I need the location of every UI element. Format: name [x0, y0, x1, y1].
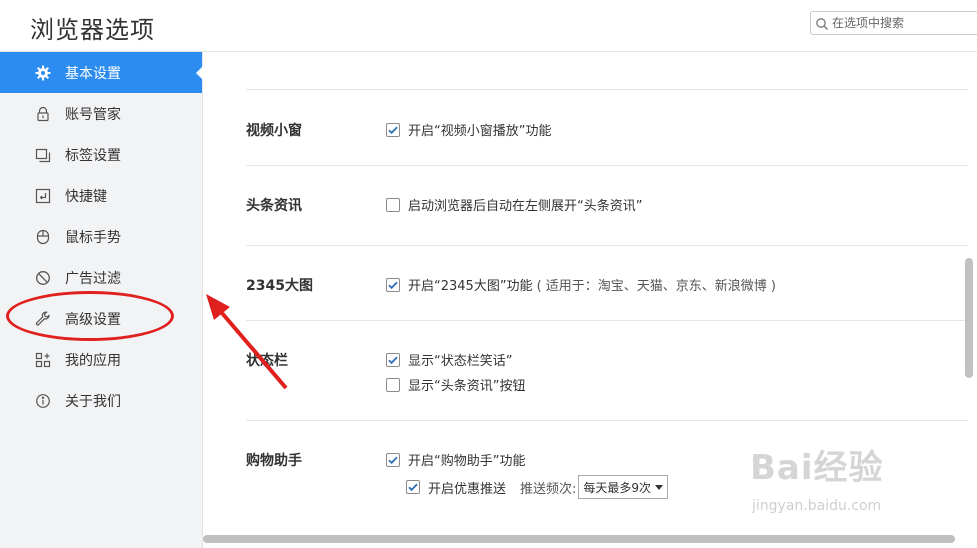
sidebar-item-label: 快捷键 — [65, 188, 107, 205]
checkbox-checked[interactable] — [386, 452, 400, 467]
sidebar-item-mouse-gesture[interactable]: 鼠标手势 — [0, 216, 202, 257]
search-icon — [815, 16, 829, 30]
checkbox-checked[interactable] — [386, 352, 400, 367]
option-status-jokes[interactable]: 显示“状态栏笑话” — [386, 350, 512, 369]
apps-icon — [34, 351, 52, 369]
freq-select[interactable]: 每天最多9次 — [578, 475, 669, 499]
option-label: 显示“头条资讯”按钮 — [408, 379, 526, 394]
lock-icon — [34, 105, 52, 123]
header: 浏览器选项 — [0, 0, 977, 52]
option-label: 开启“视频小窗播放”功能 — [408, 124, 552, 139]
search-input[interactable] — [832, 14, 972, 32]
sidebar-item-my-apps[interactable]: 我的应用 — [0, 339, 202, 380]
search-box[interactable] — [810, 11, 977, 35]
option-note: ( 适用于：淘宝、天猫、京东、新浪微博 ) — [536, 279, 776, 294]
checkbox-unchecked[interactable] — [386, 197, 400, 212]
option-news-autoexpand[interactable]: 启动浏览器后自动在左侧展开“头条资讯” — [386, 195, 642, 214]
sidebar-item-about[interactable]: 关于我们 — [0, 380, 202, 421]
section-label-news: 头条资讯 — [246, 198, 302, 214]
horizontal-scrollbar[interactable] — [203, 535, 955, 543]
option-label: 启动浏览器后自动在左侧展开“头条资讯” — [408, 199, 643, 214]
sidebar-item-label: 关于我们 — [65, 393, 121, 410]
sidebar-item-account[interactable]: 账号管家 — [0, 93, 202, 134]
option-status-news-button[interactable]: 显示“头条资讯”按钮 — [386, 375, 525, 394]
watermark-logo-text: Bai经验 — [750, 448, 884, 488]
keyboard-icon — [34, 187, 52, 205]
divider — [246, 245, 968, 246]
checkbox-unchecked[interactable] — [386, 377, 400, 392]
option-label: 开启“2345大图”功能 — [408, 279, 533, 294]
highlight-ellipse — [6, 291, 174, 341]
option-label: 开启优惠推送 — [428, 481, 507, 497]
option-label: 显示“状态栏笑话” — [408, 354, 513, 369]
option-label: 开启“购物助手”功能 — [408, 454, 526, 469]
option-video-popout[interactable]: 开启“视频小窗播放”功能 — [386, 120, 551, 139]
freq-select-value: 每天最多9次 — [583, 480, 652, 495]
divider — [246, 89, 968, 90]
watermark-url: jingyan.baidu.com — [752, 498, 882, 514]
sidebar-item-label: 鼠标手势 — [65, 229, 121, 246]
sidebar-item-label: 基本设置 — [65, 65, 121, 82]
option-shopping-push: 开启优惠推送 推送频次: 每天最多9次 — [406, 475, 669, 499]
gear-icon — [34, 64, 52, 82]
chevron-down-icon — [655, 484, 664, 490]
section-label-video: 视频小窗 — [246, 123, 302, 139]
sidebar-item-label: 我的应用 — [65, 352, 121, 369]
checkbox-checked[interactable] — [386, 122, 400, 137]
divider — [246, 420, 968, 421]
sidebar-item-basic-settings[interactable]: 基本设置 — [0, 52, 203, 93]
annotation-arrow-icon — [206, 294, 288, 390]
divider — [246, 165, 968, 166]
watermark: Bai经验 jingyan.baidu.com — [750, 440, 884, 514]
sidebar-item-label: 账号管家 — [65, 106, 121, 123]
checkbox-checked[interactable] — [406, 480, 420, 494]
info-icon — [34, 392, 52, 410]
sidebar-item-label: 广告过滤 — [65, 270, 121, 287]
checkbox-checked[interactable] — [386, 277, 400, 292]
divider — [246, 320, 968, 321]
vertical-scrollbar[interactable] — [965, 258, 973, 378]
tabs-icon — [34, 146, 52, 164]
section-label-shopping: 购物助手 — [246, 453, 302, 469]
sidebar-item-shortcuts[interactable]: 快捷键 — [0, 175, 202, 216]
freq-label: 推送频次: — [520, 481, 577, 497]
sidebar-item-tabs[interactable]: 标签设置 — [0, 134, 202, 175]
option-shopping-assistant[interactable]: 开启“购物助手”功能 — [386, 450, 525, 469]
option-bigpic[interactable]: 开启“2345大图”功能 ( 适用于：淘宝、天猫、京东、新浪微博 ) — [386, 275, 776, 294]
page-title: 浏览器选项 — [30, 16, 155, 44]
mouse-icon — [34, 228, 52, 246]
block-icon — [34, 269, 52, 287]
sidebar-item-label: 标签设置 — [65, 147, 121, 164]
